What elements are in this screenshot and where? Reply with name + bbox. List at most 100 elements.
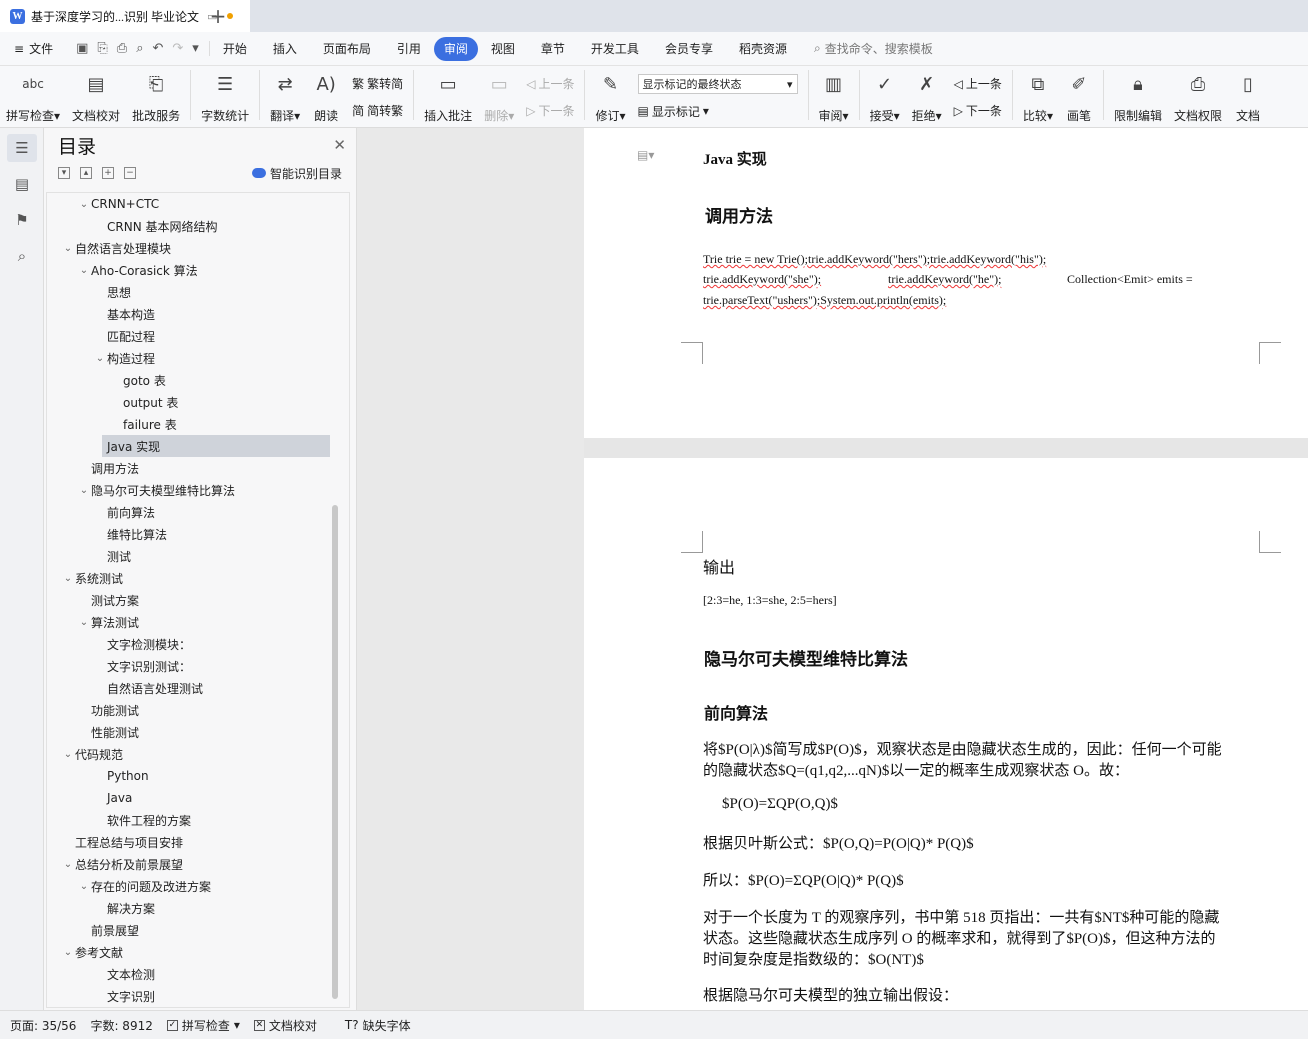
toc-item[interactable]: 维特比算法 xyxy=(47,523,349,545)
toc-item[interactable]: 性能测试 xyxy=(47,721,349,743)
toc-item[interactable]: ⌄ 构造过程 xyxy=(47,347,349,369)
add-heading-icon[interactable]: + xyxy=(102,167,114,179)
status-spell-check[interactable]: ✓ 拼写检查 ▾ xyxy=(166,1017,240,1034)
toc-item[interactable]: 文字检测模块： xyxy=(47,633,349,655)
chevron-down-icon[interactable]: ⌄ xyxy=(61,573,75,584)
menu-member[interactable]: 会员专享 xyxy=(652,37,726,61)
chevron-down-icon[interactable]: ⌄ xyxy=(77,265,91,276)
prev-change-button[interactable]: ◁ 上一条 xyxy=(954,75,1002,92)
toc-item[interactable]: ⌄ CRNN+CTC xyxy=(47,193,349,215)
spell-check-button[interactable]: abc 拼写检查▾ xyxy=(0,70,66,124)
status-doc-proof[interactable]: ✕ 文档校对 xyxy=(253,1017,317,1034)
toc-item[interactable]: 匹配过程 xyxy=(47,325,349,347)
toc-item[interactable]: failure 表 xyxy=(47,413,349,435)
preview-icon[interactable]: ⌕ xyxy=(136,41,143,56)
markup-mode-select[interactable]: 显示标记的最终状态 ▾ xyxy=(637,74,798,95)
chevron-down-icon[interactable]: ⌄ xyxy=(77,617,91,628)
menu-reference[interactable]: 引用 xyxy=(384,37,434,61)
toc-item[interactable]: output 表 xyxy=(47,391,349,413)
toc-item[interactable]: 测试 xyxy=(47,545,349,567)
toc-item[interactable]: 前景展望 xyxy=(47,919,349,941)
toc-item[interactable]: 基本构造 xyxy=(47,303,349,325)
toc-item[interactable]: ⌄ 存在的问题及改进方案 xyxy=(47,875,349,897)
toc-item[interactable]: Python xyxy=(47,765,349,787)
toc-item[interactable]: ⌄ 系统测试 xyxy=(47,567,349,589)
simp-to-trad-button[interactable]: 简简转繁 xyxy=(352,102,403,119)
page-options-icon[interactable]: ▤▾ xyxy=(637,148,654,162)
chevron-down-icon[interactable]: ⌄ xyxy=(77,485,91,496)
remove-heading-icon[interactable]: − xyxy=(124,167,136,179)
collapse-all-icon[interactable]: ▾ xyxy=(58,167,70,179)
toc-item[interactable]: Java xyxy=(47,787,349,809)
toc-item[interactable]: 解决方案 xyxy=(47,897,349,919)
track-changes-button[interactable]: ✎ 修订▾ xyxy=(589,70,631,124)
chapter-nav-icon[interactable]: ▤ xyxy=(7,170,37,198)
bookmark-icon[interactable]: ⚑ xyxy=(7,206,37,234)
menu-view[interactable]: 视图 xyxy=(478,37,528,61)
toc-panel-icon[interactable]: ☰ xyxy=(7,134,37,162)
next-comment-button[interactable]: ▷ 下一条 xyxy=(526,102,574,119)
menu-devtools[interactable]: 开发工具 xyxy=(578,37,652,61)
toc-item[interactable]: goto 表 xyxy=(47,369,349,391)
review-service-button[interactable]: ⎗ 批改服务 xyxy=(126,70,186,124)
next-change-button[interactable]: ▷ 下一条 xyxy=(954,102,1002,119)
toc-item[interactable]: ⌄ Aho-Corasick 算法 xyxy=(47,259,349,281)
expand-up-icon[interactable]: ▴ xyxy=(80,167,92,179)
redo-icon[interactable]: ↷ xyxy=(172,41,183,56)
toc-item[interactable]: 调用方法 xyxy=(47,457,349,479)
word-count-indicator[interactable]: 字数: 8912 xyxy=(90,1017,152,1034)
reject-button[interactable]: ✗ 拒绝▾ xyxy=(906,70,948,124)
new-tab-button[interactable]: + xyxy=(200,0,236,32)
translate-button[interactable]: ⇄ 翻译▾ xyxy=(264,70,306,124)
toc-item[interactable]: 软件工程的方案 xyxy=(47,809,349,831)
chevron-down-icon[interactable]: ⌄ xyxy=(77,199,91,210)
toc-scrollbar[interactable] xyxy=(332,505,338,999)
toc-item[interactable]: 功能测试 xyxy=(47,699,349,721)
export-icon[interactable]: ⎘ xyxy=(97,41,107,56)
toc-item[interactable]: ⌄ 隐马尔可夫模型维特比算法 xyxy=(47,479,349,501)
menu-review[interactable]: 审阅 xyxy=(433,36,478,61)
toc-item[interactable]: 文字识别 xyxy=(47,985,349,1007)
toc-item[interactable]: 测试方案 xyxy=(47,589,349,611)
chevron-down-icon[interactable]: ⌄ xyxy=(61,749,75,760)
search-icon[interactable]: ⌕ xyxy=(7,242,37,270)
chevron-down-icon[interactable]: ⌄ xyxy=(61,947,75,958)
toc-item[interactable]: 工程总结与项目安排 xyxy=(47,831,349,853)
compare-button[interactable]: ⧉ 比较▾ xyxy=(1017,70,1059,124)
doc-rights-button[interactable]: ⎙ 文档权限 xyxy=(1168,70,1228,124)
chevron-down-icon[interactable]: ⌄ xyxy=(61,243,75,254)
undo-icon[interactable]: ↶ xyxy=(152,41,163,56)
toc-item[interactable]: 前向算法 xyxy=(47,501,349,523)
command-search[interactable]: ⌕ 查找命令、搜索模板 xyxy=(814,40,933,57)
toc-item[interactable]: ⌄ 参考文献 xyxy=(47,941,349,963)
doc-more-button[interactable]: ▯ 文档 xyxy=(1228,70,1268,124)
smart-toc-button[interactable]: 智能识别目录 xyxy=(251,165,342,182)
review-pane-button[interactable]: ▥ 审阅▾ xyxy=(813,70,855,124)
status-missing-font[interactable]: T? 缺失字体 xyxy=(345,1017,411,1034)
menu-daoke-resources[interactable]: 稻壳资源 xyxy=(726,37,800,61)
print-icon[interactable]: ⎙ xyxy=(117,41,127,56)
toc-item[interactable]: 文本检测 xyxy=(47,963,349,985)
toc-item[interactable]: 思想 xyxy=(47,281,349,303)
word-count-button[interactable]: ☰ 字数统计 xyxy=(195,70,255,124)
toc-item[interactable]: ⌄ 总结分析及前景展望 xyxy=(47,853,349,875)
toc-item[interactable]: ⌄ 算法测试 xyxy=(47,611,349,633)
toc-item[interactable]: 自然语言处理测试 xyxy=(47,677,349,699)
toc-item[interactable]: CRNN 基本网络结构 xyxy=(47,215,349,237)
toc-item[interactable]: ⌄ 自然语言处理模块 xyxy=(47,237,349,259)
toc-item[interactable]: ⌄ 代码规范 xyxy=(47,743,349,765)
pen-button[interactable]: ✐ 画笔 xyxy=(1059,70,1099,124)
menu-section[interactable]: 章节 xyxy=(528,37,578,61)
delete-comment-button[interactable]: ▭ 删除▾ xyxy=(478,70,520,124)
insert-comment-button[interactable]: ▭ 插入批注 xyxy=(418,70,478,124)
prev-comment-button[interactable]: ◁ 上一条 xyxy=(526,75,574,92)
restrict-edit-button[interactable]: 🔒︎ 限制编辑 xyxy=(1108,70,1168,124)
customize-icon[interactable]: ▾ xyxy=(192,41,199,56)
menu-start[interactable]: 开始 xyxy=(210,37,260,61)
chevron-down-icon[interactable]: ⌄ xyxy=(93,353,107,364)
trad-to-simp-button[interactable]: 繁繁转简 xyxy=(352,75,403,92)
doc-proof-button[interactable]: ▤ 文档校对 xyxy=(66,70,126,124)
save-icon[interactable]: ▣ xyxy=(76,41,88,56)
chevron-down-icon[interactable]: ⌄ xyxy=(61,859,75,870)
read-aloud-button[interactable]: A) 朗读 xyxy=(306,70,346,124)
